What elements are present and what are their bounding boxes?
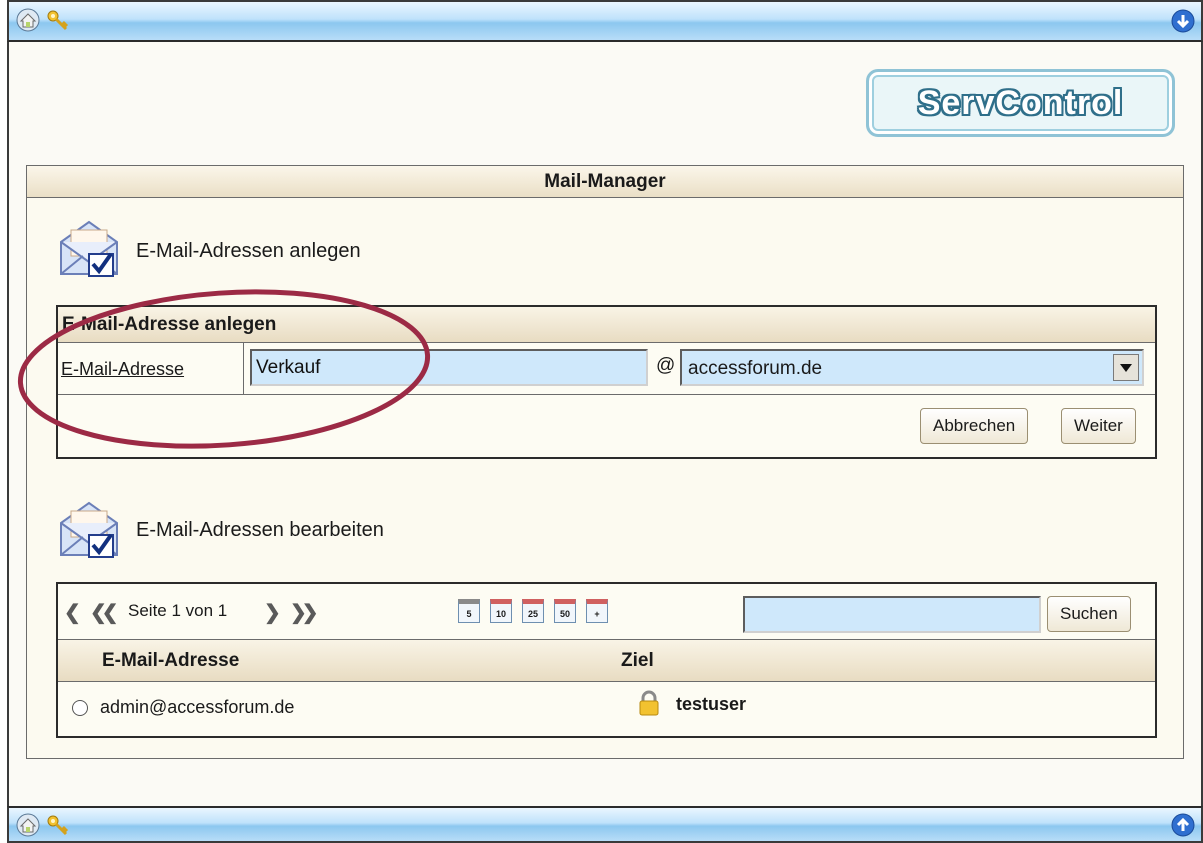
mail-manager-panel: Mail-Manager E-Mail-Adressen anlegen E-M… <box>26 165 1184 759</box>
grid-header: E-Mail-Adresse Ziel <box>58 640 1155 682</box>
home-icon[interactable] <box>15 813 41 837</box>
cancel-button[interactable]: Abbrechen <box>920 408 1029 444</box>
row-target: testuser <box>676 694 747 714</box>
key-icon[interactable] <box>45 813 71 837</box>
domain-select[interactable]: accessforum.de <box>680 349 1144 386</box>
next-page-icon[interactable]: ❯ <box>264 600 281 625</box>
address-row: E-Mail-Adresse @ accessforum.de <box>58 343 1155 395</box>
servcontrol-logo: ServControl <box>866 69 1175 137</box>
address-grid: ❮ ❮❮ Seite 1 von 1 ❯ ❯❯ 5 10 25 50 + Suc… <box>56 582 1157 738</box>
top-navigation-bar <box>7 0 1203 42</box>
page-size-more-button[interactable]: + <box>586 599 608 623</box>
at-sign: @ <box>656 355 676 376</box>
local-part-input[interactable] <box>250 349 648 386</box>
email-address-label[interactable]: E-Mail-Adresse <box>58 343 244 395</box>
scroll-down-icon[interactable] <box>1171 9 1197 33</box>
table-row[interactable]: admin@accessforum.de testuser <box>58 682 1155 734</box>
row-select-radio[interactable] <box>72 700 88 716</box>
grid-toolbar: ❮ ❮❮ Seite 1 von 1 ❯ ❯❯ 5 10 25 50 + Suc… <box>58 584 1155 640</box>
edit-section-title: E-Mail-Adressen bearbeiten <box>136 519 384 541</box>
domain-selected-value: accessforum.de <box>688 358 823 379</box>
key-icon[interactable] <box>45 8 71 32</box>
page-size-50-button[interactable]: 50 <box>554 599 576 623</box>
bottom-navigation-bar <box>7 806 1203 843</box>
column-target[interactable]: Ziel <box>621 650 654 672</box>
scroll-up-icon[interactable] <box>1171 813 1197 837</box>
page-info: Seite 1 von 1 <box>128 601 228 620</box>
search-input[interactable] <box>743 596 1041 633</box>
first-page-icon[interactable]: ❮ <box>64 600 81 625</box>
page-size-25-button[interactable]: 25 <box>522 599 544 623</box>
create-section-title: E-Mail-Adressen anlegen <box>136 240 361 262</box>
chevron-down-icon[interactable] <box>1113 354 1139 381</box>
row-address: admin@accessforum.de <box>100 697 295 717</box>
search-button[interactable]: Suchen <box>1047 596 1131 632</box>
create-address-form: E-Mail-Adresse anlegen E-Mail-Adresse @ … <box>56 305 1157 459</box>
column-email-address[interactable]: E-Mail-Adresse <box>102 650 239 672</box>
form-title: E-Mail-Adresse anlegen <box>58 307 1155 343</box>
page-size-10-button[interactable]: 10 <box>490 599 512 623</box>
previous-page-icon[interactable]: ❮❮ <box>90 600 118 625</box>
panel-title: Mail-Manager <box>27 166 1183 198</box>
envelope-check-icon <box>57 218 121 278</box>
envelope-check-icon <box>57 499 121 559</box>
home-icon[interactable] <box>15 8 41 32</box>
next-button[interactable]: Weiter <box>1061 408 1136 444</box>
lock-icon <box>638 690 660 721</box>
last-page-icon[interactable]: ❯❯ <box>290 600 318 625</box>
brand-name: ServControl <box>917 83 1124 122</box>
page-size-5-button[interactable]: 5 <box>458 599 480 623</box>
